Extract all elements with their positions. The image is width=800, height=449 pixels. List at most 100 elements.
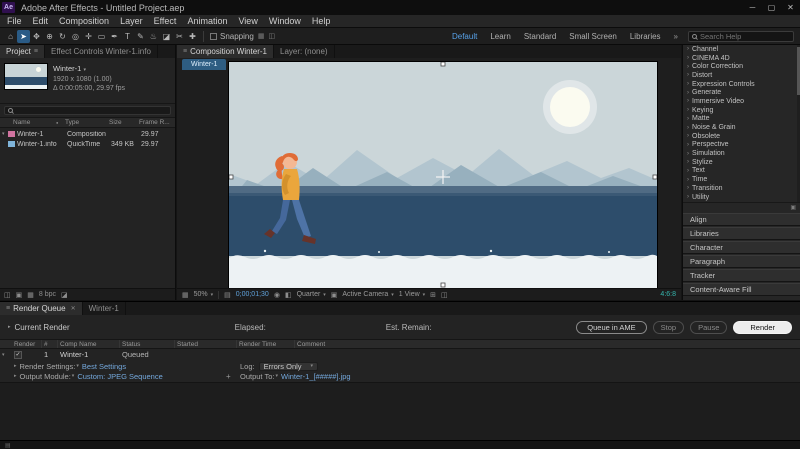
viewer-tab-winter1[interactable]: Winter-1 <box>182 59 227 70</box>
effects-category-time[interactable]: › Time <box>683 175 800 184</box>
tab-project[interactable]: Project ≡ <box>0 45 45 58</box>
panel-menu-icon[interactable]: ≡ <box>183 48 187 55</box>
menu-file[interactable]: File <box>7 16 22 26</box>
tab-render-queue[interactable]: ≡ Render Queue ✕ <box>0 302 83 315</box>
panel-libraries[interactable]: Libraries <box>683 227 800 240</box>
home-tool[interactable]: ⌂ <box>4 30 17 43</box>
panel-tracker[interactable]: Tracker <box>683 269 800 282</box>
composition-viewport[interactable]: Winter-1 <box>177 58 681 288</box>
caret-down-icon[interactable]: ▾ <box>275 373 278 379</box>
panel-options-icon[interactable]: ▣ <box>790 204 796 211</box>
close-tab-icon[interactable]: ✕ <box>71 305 76 312</box>
delete-item-icon[interactable]: ◪ <box>61 291 68 299</box>
col-render-time[interactable]: Render Time <box>237 340 295 348</box>
composition-canvas[interactable] <box>229 62 657 288</box>
effects-category-cinema-4d[interactable]: › CINEMA 4D <box>683 54 800 63</box>
minimize-button[interactable]: ─ <box>743 0 762 15</box>
region-of-interest-icon[interactable]: ▣ <box>331 291 338 299</box>
maximize-button[interactable]: ▢ <box>762 0 781 15</box>
project-row-winter1-info[interactable]: Winter-1.info QuickTime 349 KB 29.97 <box>0 139 175 149</box>
col-name[interactable]: Name <box>0 119 56 126</box>
workspace-learn[interactable]: Learn <box>490 32 510 41</box>
magnification-dropdown[interactable]: 50% ▾ <box>194 291 213 298</box>
col-number[interactable]: # <box>42 340 58 348</box>
menu-window[interactable]: Window <box>269 16 301 26</box>
camera-tool[interactable]: ◎ <box>69 30 82 43</box>
tab-composition[interactable]: ≡ Composition Winter-1 <box>177 45 275 58</box>
orbit-tool[interactable]: ↻ <box>56 30 69 43</box>
pan-behind-tool[interactable]: ✛ <box>82 30 95 43</box>
snap-option-grid-icon[interactable]: ▦ <box>258 32 265 40</box>
channel-readout[interactable]: 4:6:8 <box>660 291 676 298</box>
effects-category-channel[interactable]: › Channel <box>683 45 800 54</box>
output-module-link[interactable]: Custom: JPEG Sequence <box>77 372 162 381</box>
puppet-pin-tool[interactable]: ✚ <box>186 30 199 43</box>
view-layout-dropdown[interactable]: 1 View ▾ <box>399 291 425 298</box>
project-search-input[interactable] <box>4 106 171 115</box>
tab-layer[interactable]: Layer: (none) <box>274 45 335 58</box>
menu-animation[interactable]: Animation <box>187 16 227 26</box>
render-settings-link[interactable]: Best Settings <box>82 362 126 371</box>
project-item-thumbnail[interactable] <box>4 63 48 90</box>
new-composition-icon[interactable]: ▦ <box>27 291 34 299</box>
caret-right-icon[interactable]: ▸ <box>8 324 11 330</box>
zoom-tool[interactable]: ⊕ <box>43 30 56 43</box>
add-output-module-icon[interactable]: + <box>226 372 231 381</box>
eraser-tool[interactable]: ◪ <box>160 30 173 43</box>
tab-winter1-timeline[interactable]: Winter-1 <box>83 302 126 315</box>
col-render[interactable]: Render <box>12 340 42 348</box>
caret-right-icon[interactable]: ▸ <box>14 373 17 379</box>
menu-help[interactable]: Help <box>312 16 331 26</box>
effects-category-stylize[interactable]: › Stylize <box>683 158 800 167</box>
menu-edit[interactable]: Edit <box>33 16 49 26</box>
effects-category-utility[interactable]: › Utility <box>683 193 800 202</box>
close-button[interactable]: ✕ <box>781 0 800 15</box>
caret-down-icon[interactable]: ▾ <box>72 373 75 379</box>
menu-layer[interactable]: Layer <box>120 16 143 26</box>
col-comment[interactable]: Comment <box>295 340 800 348</box>
always-preview-icon[interactable]: ▦ <box>182 291 189 299</box>
col-status[interactable]: Status <box>120 340 175 348</box>
col-frame-rate[interactable]: Frame R... <box>139 119 175 126</box>
output-to-link[interactable]: Winter-1_[#####].jpg <box>281 372 351 381</box>
effects-category-generate[interactable]: › Generate <box>683 88 800 97</box>
timecode[interactable]: 0;00;01;30 <box>236 291 269 298</box>
ruler-icon[interactable]: ▤ <box>224 291 231 299</box>
show-channels-icon[interactable]: ◧ <box>285 291 292 299</box>
col-comp-name[interactable]: Comp Name <box>58 340 120 348</box>
interpret-footage-icon[interactable]: ◫ <box>4 291 11 299</box>
snapshot-icon[interactable]: ◉ <box>274 291 280 299</box>
project-bit-depth[interactable]: 8 bpc <box>39 291 56 298</box>
effects-category-transition[interactable]: › Transition <box>683 184 800 193</box>
effects-category-distort[interactable]: › Distort <box>683 71 800 80</box>
log-dropdown[interactable]: Errors Only ▾ <box>258 361 319 371</box>
col-type[interactable]: Type <box>65 119 109 126</box>
roto-brush-tool[interactable]: ✂ <box>173 30 186 43</box>
row-caret-icon[interactable]: ▾ <box>0 352 12 358</box>
effects-category-noise-grain[interactable]: › Noise & Grain <box>683 123 800 132</box>
workspace-small-screen[interactable]: Small Screen <box>569 32 617 41</box>
effects-category-simulation[interactable]: › Simulation <box>683 149 800 158</box>
queue-in-ame-button[interactable]: Queue in AME <box>576 320 647 334</box>
snapping-checkbox[interactable] <box>210 32 217 40</box>
help-search[interactable] <box>688 30 794 42</box>
effects-category-color-correction[interactable]: › Color Correction <box>683 62 800 71</box>
timeline-toggle-icon[interactable]: ▤ <box>5 442 11 449</box>
menu-effect[interactable]: Effect <box>154 16 177 26</box>
effects-category-text[interactable]: › Text <box>683 167 800 176</box>
hand-tool[interactable]: ✥ <box>30 30 43 43</box>
help-search-input[interactable] <box>700 31 790 41</box>
tab-effect-controls[interactable]: Effect Controls Winter-1.info <box>45 45 158 58</box>
effects-category-immersive-video[interactable]: › Immersive Video <box>683 97 800 106</box>
render-button[interactable]: Render <box>733 320 792 334</box>
render-queue-item-row[interactable]: ▾ ✓ 1 Winter-1 Queued <box>0 349 800 360</box>
workspace-overflow-icon[interactable]: » <box>674 32 678 41</box>
menu-composition[interactable]: Composition <box>59 16 109 26</box>
caret-right-icon[interactable]: ▸ <box>14 363 17 369</box>
panel-paragraph[interactable]: Paragraph <box>683 255 800 268</box>
item-flag-icon[interactable]: ▾ <box>83 67 86 73</box>
shape-tool[interactable]: ▭ <box>95 30 108 43</box>
clone-stamp-tool[interactable]: ♨ <box>147 30 160 43</box>
pixel-aspect-icon[interactable]: ◫ <box>441 291 448 299</box>
effects-category-perspective[interactable]: › Perspective <box>683 141 800 150</box>
